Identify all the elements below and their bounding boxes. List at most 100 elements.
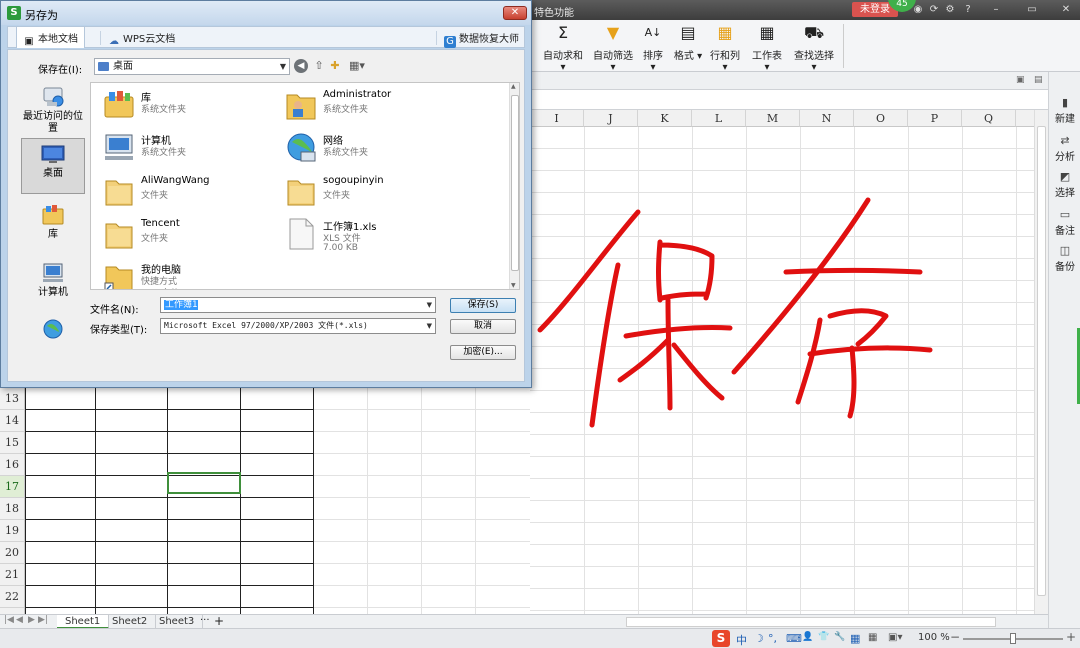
format-button[interactable]: ▤ 格式 ▾ [673,23,703,62]
skin-icon[interactable]: ◉ [912,4,924,16]
column-header[interactable]: P [908,110,962,127]
minimize-icon[interactable]: – [990,4,1002,16]
dialog-close-button[interactable]: ✕ [503,6,527,20]
tab-sheet3[interactable]: Sheet3 [151,615,204,629]
row-header[interactable]: 20 [0,542,25,564]
encrypt-button[interactable]: 加密(E)... [450,345,516,360]
place-recent[interactable]: 最近访问的位置 [21,82,85,134]
zoom-out-icon[interactable]: − [950,630,960,644]
help-icon[interactable]: ? [962,4,974,16]
add-sheet-button[interactable]: + [214,614,224,628]
new-folder-icon[interactable]: ✚ [328,59,342,73]
ime-tools-icon[interactable]: 🔧 [834,632,845,642]
horizontal-scrollbar[interactable] [626,617,996,627]
file-item[interactable]: 库系统文件夹 [99,85,279,125]
row-header[interactable]: 15 [0,432,25,454]
cancel-button[interactable]: 取消 [450,319,516,334]
back-icon[interactable]: ◀ [294,59,308,73]
filetype-dropdown[interactable]: Microsoft Excel 97/2000/XP/2003 文件(*.xls… [160,318,436,334]
row-header[interactable]: 16 [0,454,25,476]
save-button[interactable]: 保存(S) [450,298,516,313]
more-sheets-button[interactable]: ··· [200,615,210,626]
vertical-scrollbar[interactable] [1034,110,1048,614]
zoom-in-icon[interactable]: + [1066,630,1076,644]
dialog-titlebar[interactable]: S 另存为 ✕ [1,1,531,25]
file-item[interactable]: sogoupinyin 文件夹 [281,171,461,211]
worksheet-button[interactable]: ▦ 工作表 ▾ [748,23,786,73]
file-item[interactable]: 工作簿1.xls XLS 文件 7.00 KB [281,214,461,254]
last-sheet-icon[interactable]: ▶| [38,615,48,625]
selected-cell[interactable] [167,472,241,494]
row-header[interactable]: 14 [0,410,25,432]
panel-note-button[interactable]: ▭ 备注 [1049,208,1080,237]
file-item[interactable]: Tencent 文件夹 [99,214,279,254]
scroll-up-icon[interactable]: ▲ [511,83,516,90]
normal-view-icon[interactable]: ▦ [868,632,877,643]
view-menu-icon[interactable]: ▦▾ [346,59,368,73]
column-header[interactable]: I [530,110,584,127]
row-header[interactable]: 21 [0,564,25,586]
file-list[interactable]: 库系统文件夹 Administrator 系统文件夹 计算机 系统文件夹 网络 系统文件夹 A… [90,82,520,290]
column-header[interactable]: K [638,110,692,127]
column-header[interactable]: J [584,110,638,127]
zoom-slider-knob[interactable] [1010,633,1016,644]
tab-wps-cloud[interactable]: ☁ WPS云文档 [108,30,175,48]
ime-skin-icon[interactable]: 👕 [818,632,829,642]
place-network[interactable] [21,314,85,346]
autofilter-button[interactable]: ▼ 自动筛选 ▾ [590,23,636,73]
prev-sheet-icon[interactable]: ◀ [16,615,23,625]
close-icon[interactable]: ✕ [1060,4,1072,16]
autosum-button[interactable]: Σ 自动求和 ▾ [540,23,586,73]
ime-moon-icon[interactable]: ☽ [754,632,764,645]
chevron-down-icon[interactable]: ▼ [427,319,432,333]
tab-local-documents[interactable]: ▣ 本地文档 [16,27,85,48]
sort-button[interactable]: A↓ 排序 ▾ [640,23,666,73]
rows-cols-button[interactable]: ▦ 行和列 ▾ [706,23,744,73]
panel-new-button[interactable]: ▮ 新建 [1049,96,1080,125]
up-folder-icon[interactable]: ⇧ [312,59,326,73]
close-doc-icon[interactable]: ▤ [1034,75,1043,85]
ime-keyboard-icon[interactable]: ⌨ [786,632,802,645]
place-computer[interactable]: 计算机 [21,258,85,306]
ime-grid-icon[interactable]: ▦ [850,632,860,645]
maximize-icon[interactable]: ▭ [1026,4,1038,16]
file-item[interactable]: 计算机 系统文件夹 [99,128,279,168]
first-sheet-icon[interactable]: |◀ [4,615,14,625]
chevron-down-icon[interactable]: ▼ [427,298,432,312]
tab-data-recovery[interactable]: G 数据恢复大师 [444,30,519,48]
file-list-scrollbar[interactable]: ▲ ▼ [509,83,519,289]
settings-icon[interactable]: ⚙ [944,4,956,16]
row-header[interactable]: 13 [0,388,25,410]
save-in-dropdown[interactable]: 桌面 ▼ [94,58,290,75]
restore-doc-icon[interactable]: ▣ [1016,75,1025,85]
page-view-icon[interactable]: ▣▾ [888,632,902,643]
ime-punct-icon[interactable]: °, [768,632,777,645]
row-header[interactable]: 22 [0,586,25,608]
file-item[interactable]: 我的电脑快捷方式663 字节 [99,257,279,289]
place-desktop[interactable]: 桌面 [21,138,85,194]
filename-input[interactable]: 工作簿1 ▼ [160,297,436,313]
panel-analysis-button[interactable]: ⇄ 分析 [1049,134,1080,163]
panel-backup-button[interactable]: ◫ 备份 [1049,244,1080,273]
ime-user-icon[interactable]: 👤 [802,632,813,642]
sogou-ime-logo[interactable]: S [712,630,730,647]
find-select-button[interactable]: ⛟ 查找选择 ▾ [790,23,838,73]
place-library[interactable]: 库 [21,200,85,246]
ime-chinese-mode[interactable]: 中 [736,632,747,648]
column-header[interactable]: N [800,110,854,127]
row-header[interactable]: 18 [0,498,25,520]
file-item[interactable]: 网络 系统文件夹 [281,128,461,168]
refresh-icon[interactable]: ⟳ [928,4,940,16]
tab-sheet2[interactable]: Sheet2 [104,615,157,629]
file-list-scroll-thumb[interactable] [511,95,519,271]
row-header[interactable]: 19 [0,520,25,542]
next-sheet-icon[interactable]: ▶ [28,615,35,625]
tab-sheet1[interactable]: Sheet1 [57,615,110,629]
column-header[interactable]: M [746,110,800,127]
file-item[interactable]: AliWangWang 文件夹 [99,171,279,211]
panel-select-button[interactable]: ◩ 选择 [1049,170,1080,199]
file-item[interactable]: Administrator 系统文件夹 [281,85,461,125]
column-header[interactable]: O [854,110,908,127]
vertical-scroll-thumb[interactable] [1037,126,1046,596]
column-header[interactable]: Q [962,110,1016,127]
